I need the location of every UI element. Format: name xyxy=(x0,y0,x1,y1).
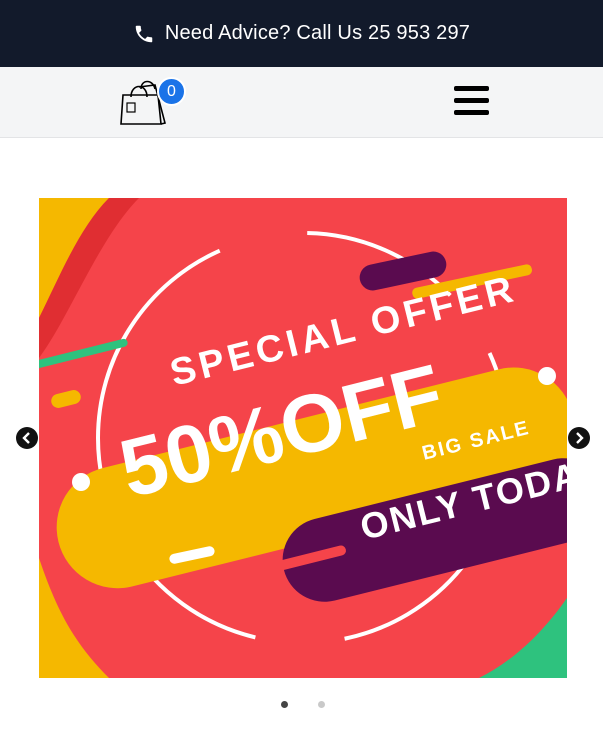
slider-next-button[interactable] xyxy=(568,427,590,449)
slider-dot-1[interactable] xyxy=(281,701,288,708)
hamburger-icon-line xyxy=(454,98,489,103)
hamburger-icon-line xyxy=(454,110,489,115)
menu-toggle-button[interactable] xyxy=(454,86,489,118)
promo-slider: SPECIAL OFFER 50%OFF BIG SALE ONLY TODAY xyxy=(0,198,603,678)
chevron-left-icon xyxy=(22,432,30,444)
slider-dot-2[interactable] xyxy=(318,701,325,708)
chevron-right-icon xyxy=(576,432,584,444)
special-offer-banner: SPECIAL OFFER 50%OFF BIG SALE ONLY TODAY xyxy=(39,198,567,678)
call-advice-text: Need Advice? Call Us 25 953 297 xyxy=(164,22,471,44)
slider-prev-button[interactable] xyxy=(16,427,38,449)
hamburger-icon xyxy=(454,86,489,91)
promo-slide-banner[interactable]: SPECIAL OFFER 50%OFF BIG SALE ONLY TODAY xyxy=(39,198,567,678)
site-header: 0 xyxy=(0,67,603,138)
phone-icon xyxy=(135,25,153,42)
slider-pagination xyxy=(0,701,603,709)
top-info-bar: Need Advice? Call Us 25 953 297 xyxy=(0,0,603,67)
cart-count-badge: 0 xyxy=(157,77,186,106)
